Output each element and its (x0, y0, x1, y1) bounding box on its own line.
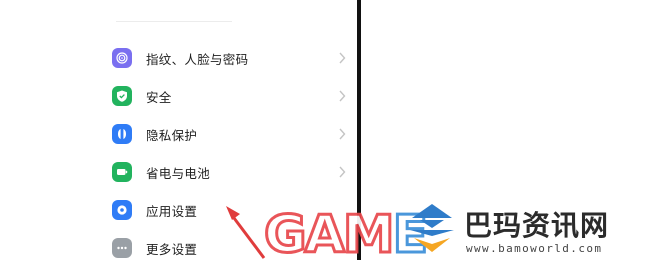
shield-icon (112, 86, 132, 106)
arrow-icon (226, 206, 266, 259)
more-icon (112, 238, 132, 258)
chevron-right-icon (334, 50, 350, 66)
gear-icon (112, 200, 132, 220)
settings-item-security[interactable]: 安全 (112, 82, 352, 110)
settings-item-label: 省电与电池 (146, 165, 211, 181)
chevron-right-icon (334, 126, 350, 142)
settings-item-battery[interactable]: 省电与电池 (112, 158, 352, 186)
brand-url: www.bamoworld.com (466, 242, 603, 255)
settings-item-label: 安全 (146, 89, 172, 105)
watermark-text: GAME (263, 205, 430, 265)
fingerprint-icon (112, 48, 132, 68)
settings-item-label: 指纹、人脸与密码 (146, 51, 249, 67)
watermark-text-main: GAM (263, 205, 397, 265)
settings-item-label: 隐私保护 (146, 127, 198, 143)
settings-item-fingerprint[interactable]: 指纹、人脸与密码 (112, 44, 352, 72)
privacy-icon (112, 124, 132, 144)
chevron-right-icon (334, 88, 350, 104)
chevron-right-icon (334, 164, 350, 180)
battery-icon (112, 162, 132, 182)
brand-watermark: 巴玛资讯网 www.bamoworld.com (404, 196, 650, 260)
brand-logo-icon (410, 204, 454, 252)
brand-name: 巴玛资讯网 (464, 209, 610, 242)
settings-item-privacy[interactable]: 隐私保护 (112, 120, 352, 148)
